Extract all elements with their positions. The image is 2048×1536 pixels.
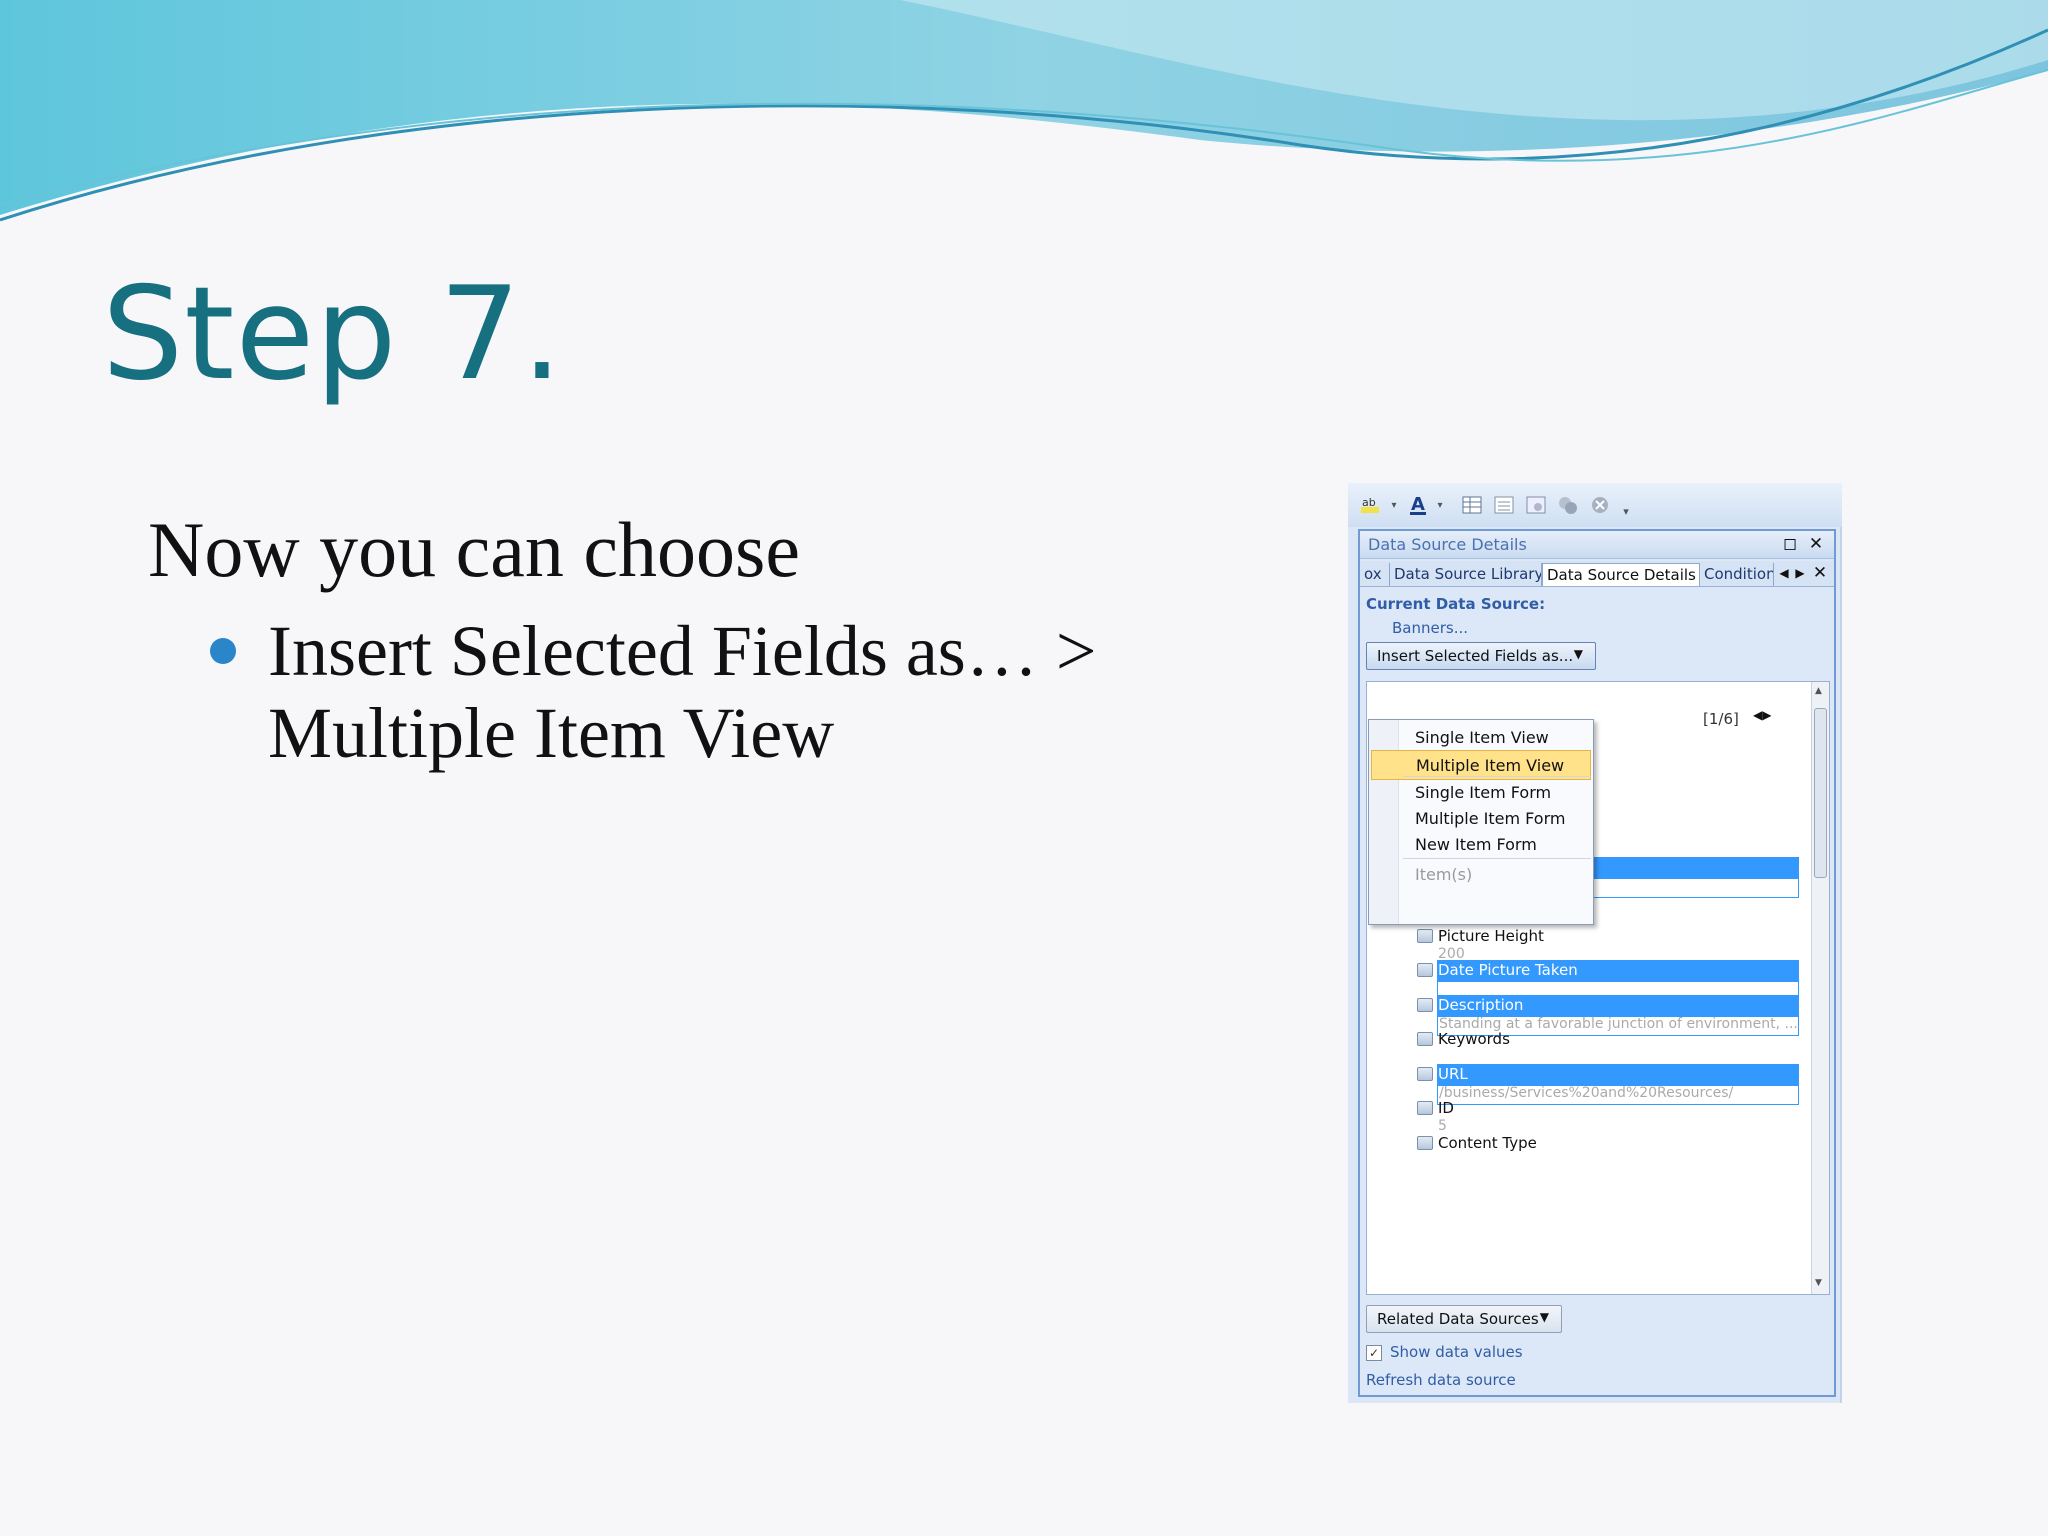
- tab-data-source-library[interactable]: Data Source Library: [1390, 563, 1542, 586]
- chevron-down-icon[interactable]: ▾: [1428, 493, 1452, 517]
- show-data-values-label[interactable]: Show data values: [1390, 1343, 1523, 1361]
- record-pager: [1/6]: [1703, 710, 1739, 728]
- menu-item-single-item-view[interactable]: Single Item View: [1371, 723, 1591, 753]
- current-data-source-label: Current Data Source:: [1366, 595, 1546, 613]
- menu-item-new-item-form[interactable]: New Item Form: [1371, 830, 1591, 860]
- picture-icon[interactable]: [1524, 493, 1548, 517]
- field-icon: [1417, 1032, 1433, 1046]
- scroll-down-icon[interactable]: ▼: [1815, 1278, 1822, 1288]
- refresh-data-source-link[interactable]: Refresh data source: [1366, 1371, 1516, 1389]
- bullet-line-1: Insert Selected Fields as… >: [268, 611, 1097, 691]
- data-source-details-pane: Data Source Details ◻ ✕ ox Data Source L…: [1358, 529, 1836, 1397]
- field-value: [1437, 1152, 1799, 1174]
- field-icon: [1417, 1135, 1433, 1150]
- related-data-sources-button[interactable]: Related Data Sources ▼: [1366, 1305, 1562, 1333]
- slide-title: Step 7.: [102, 260, 564, 409]
- bullet-dot-icon: [210, 638, 236, 664]
- table-icon[interactable]: [1460, 493, 1484, 517]
- intro-text: Now you can choose: [148, 506, 800, 593]
- pane-title-text: Data Source Details: [1368, 535, 1527, 554]
- tab-strip: ox Data Source Library Data Source Detai…: [1360, 561, 1834, 587]
- insert-selected-fields-label: Insert Selected Fields as...: [1377, 647, 1574, 665]
- insert-fields-dropdown-menu: Single Item View Multiple Item View Single…: [1368, 719, 1594, 925]
- scroll-up-icon[interactable]: ▲: [1815, 686, 1822, 696]
- field-icon: [1417, 1101, 1433, 1115]
- menu-item-item-s: Item(s): [1415, 865, 1473, 884]
- highlight-icon[interactable]: ab: [1358, 493, 1382, 517]
- bullet-line-2: Multiple Item View: [268, 693, 835, 773]
- field-icon: [1417, 963, 1433, 977]
- current-data-source-link[interactable]: Banners...: [1392, 619, 1468, 637]
- chevron-down-icon[interactable]: ▾: [1382, 493, 1406, 517]
- field-icon: [1417, 1066, 1433, 1081]
- related-data-sources-label: Related Data Sources: [1377, 1310, 1539, 1328]
- font-color-icon[interactable]: A: [1406, 493, 1430, 517]
- vertical-scrollbar[interactable]: ▲ ▼: [1811, 682, 1829, 1294]
- bullet-text: Insert Selected Fields as… > Multiple It…: [268, 610, 1128, 774]
- insert-selected-fields-button[interactable]: Insert Selected Fields as... ▼: [1366, 642, 1596, 670]
- tab-scroll-right-icon[interactable]: ▶: [1790, 563, 1810, 583]
- close-circle-icon[interactable]: [1588, 493, 1612, 517]
- field-icon: [1417, 928, 1433, 943]
- field-icon: [1417, 997, 1433, 1012]
- list-icon[interactable]: [1492, 493, 1516, 517]
- scroll-thumb[interactable]: [1814, 708, 1827, 878]
- svg-text:ab: ab: [1362, 496, 1376, 509]
- menu-separator: [1403, 858, 1591, 859]
- close-icon[interactable]: ✕: [1806, 534, 1826, 554]
- chevron-down-icon: ▼: [1573, 647, 1583, 661]
- overflow-icon[interactable]: ▾: [1614, 499, 1638, 523]
- tab-toolbox[interactable]: ox: [1360, 563, 1390, 586]
- show-data-values-checkbox[interactable]: ✓: [1366, 1345, 1382, 1361]
- pane-title: Data Source Details ◻ ✕: [1360, 531, 1834, 559]
- svg-text:A: A: [1411, 494, 1425, 515]
- data-source-panel-screenshot: ab ▾ A ▾ ▾ Data Source Details ◻ ✕ ox Da…: [1348, 483, 1842, 1403]
- toolbar: ab ▾ A ▾ ▾: [1348, 483, 1842, 527]
- tab-data-source-details[interactable]: Data Source Details: [1542, 563, 1700, 586]
- web-component-icon[interactable]: [1556, 493, 1580, 517]
- pager-arrows-icon[interactable]: ◀▶: [1753, 708, 1771, 722]
- maximize-icon[interactable]: ◻: [1780, 534, 1800, 554]
- header-wave-decoration: [0, 0, 2048, 222]
- tab-condition[interactable]: Condition: [1700, 563, 1774, 586]
- menu-separator: [1403, 776, 1591, 777]
- close-icon[interactable]: ✕: [1810, 563, 1830, 583]
- chevron-down-icon: ▼: [1539, 1310, 1549, 1324]
